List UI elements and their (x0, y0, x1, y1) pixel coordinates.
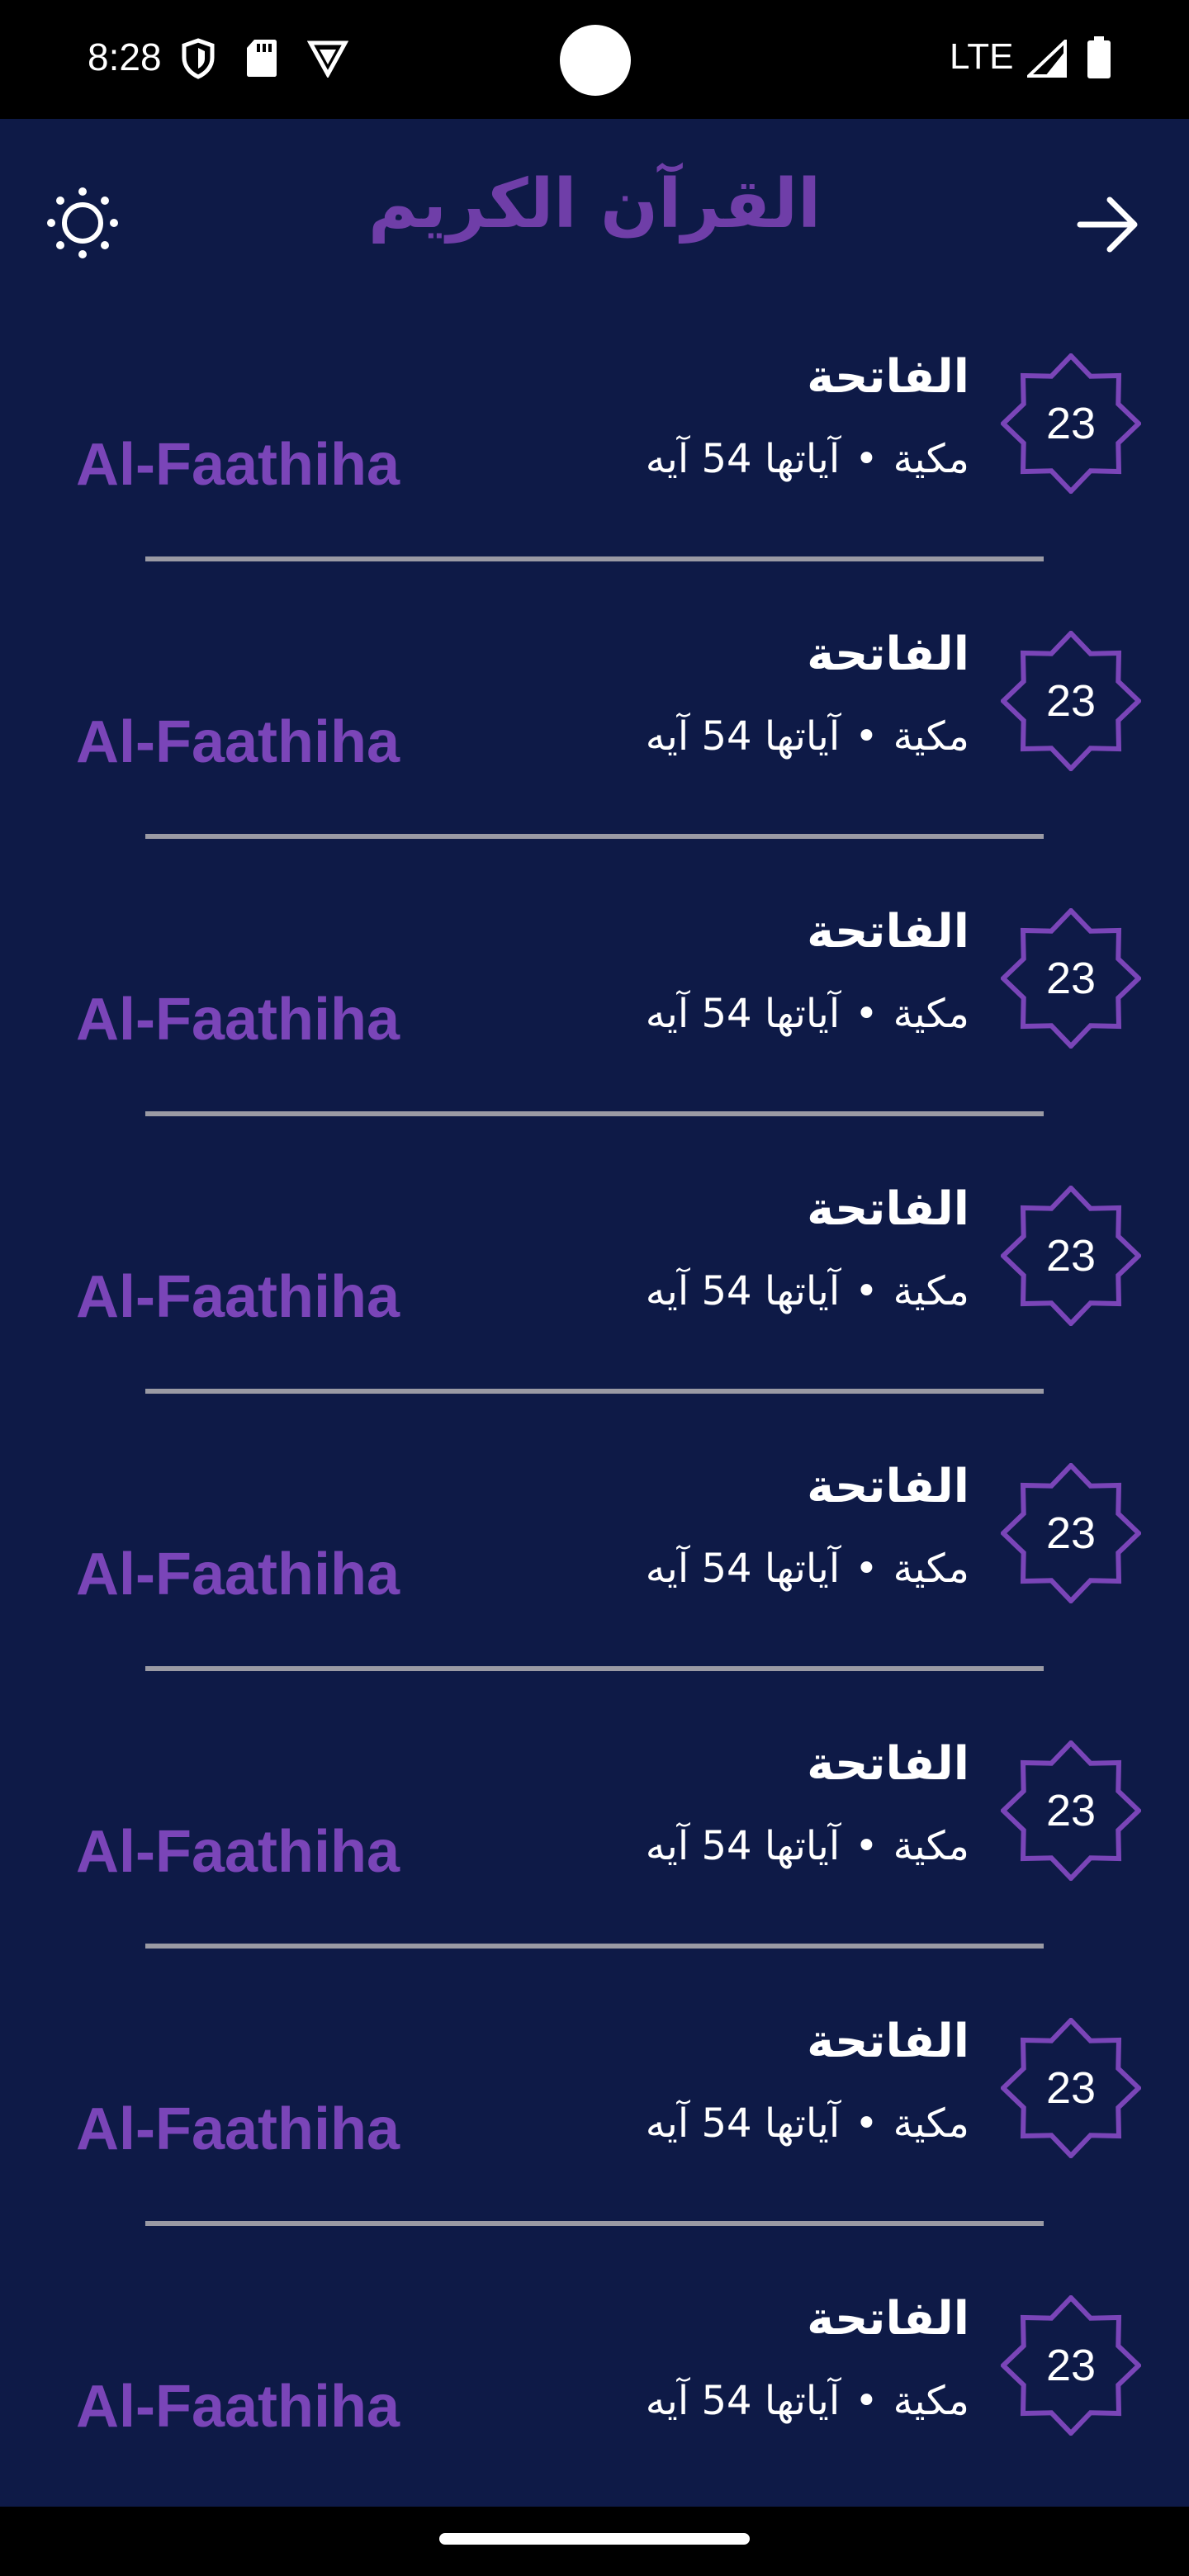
battery-icon (1087, 36, 1111, 83)
surah-name-arabic: الفاتحة (807, 2015, 969, 2068)
separator-dot: • (855, 991, 879, 1037)
surah-number-badge: 23 (1001, 1740, 1141, 1881)
surah-revelation-type: مكية (893, 1546, 969, 1592)
surah-name-english: Al-Faathiha (76, 2374, 400, 2440)
surah-number: 23 (1045, 2341, 1097, 2390)
separator-dot: • (855, 1546, 879, 1592)
surah-list-item[interactable]: Al-Faathiha الفاتحة مكية • آياتها 54 آيه 2… (0, 1182, 1189, 1460)
surah-name-english: Al-Faathiha (76, 432, 400, 498)
surah-name-english: Al-Faathiha (76, 987, 400, 1053)
surah-number-badge: 23 (1001, 1186, 1141, 1326)
separator-dot: • (855, 2378, 879, 2424)
surah-number: 23 (1045, 399, 1097, 448)
surah-name-arabic: الفاتحة (807, 350, 969, 404)
surah-number: 23 (1045, 1786, 1097, 1835)
surah-name-arabic: الفاتحة (807, 905, 969, 959)
status-bar: 8:28 LTE (0, 0, 1189, 119)
surah-number-badge: 23 (1001, 631, 1141, 771)
divider (145, 1666, 1044, 1671)
surah-number: 23 (1045, 1508, 1097, 1558)
surah-revelation-type: مكية (893, 991, 969, 1037)
divider (145, 1111, 1044, 1116)
surah-list-item[interactable]: Al-Faathiha الفاتحة مكية • آياتها 54 آيه 2… (0, 2015, 1189, 2292)
surah-list-item[interactable]: Al-Faathiha الفاتحة مكية • آياتها 54 آيه 2… (0, 1737, 1189, 2015)
surah-number: 23 (1045, 676, 1097, 726)
divider (145, 2221, 1044, 2226)
surah-revelation-type: مكية (893, 713, 969, 760)
surah-list-item[interactable]: Al-Faathiha الفاتحة مكية • آياتها 54 آيه 2… (0, 905, 1189, 1182)
surah-meta: مكية • آياتها 54 آيه (646, 2378, 969, 2424)
surah-number: 23 (1045, 1231, 1097, 1281)
network-type: LTE (950, 36, 1014, 77)
surah-ayah-count: آياتها 54 آيه (645, 713, 841, 760)
surah-list-item[interactable]: Al-Faathiha الفاتحة مكية • آياتها 54 آيه 2… (0, 2292, 1189, 2507)
surah-ayah-count: آياتها 54 آيه (645, 1268, 841, 1314)
surah-list-item[interactable]: Al-Faathiha الفاتحة مكية • آياتها 54 آيه 2… (0, 1460, 1189, 1737)
surah-name-arabic: الفاتحة (807, 1737, 969, 1791)
separator-dot: • (855, 713, 879, 760)
surah-list-item[interactable]: Al-Faathiha الفاتحة مكية • آياتها 54 آيه 2… (0, 627, 1189, 905)
surah-number: 23 (1045, 2063, 1097, 2113)
surah-meta: مكية • آياتها 54 آيه (646, 436, 969, 482)
divider (145, 834, 1044, 839)
surah-meta: مكية • آياتها 54 آيه (646, 1823, 969, 1869)
surah-ayah-count: آياتها 54 آيه (645, 436, 841, 482)
surah-name-english: Al-Faathiha (76, 1264, 400, 1330)
surah-ayah-count: آياتها 54 آيه (645, 991, 841, 1037)
surah-revelation-type: مكية (893, 1823, 969, 1869)
separator-dot: • (855, 1268, 879, 1314)
status-time: 8:28 (88, 36, 162, 78)
surah-number-badge: 23 (1001, 2018, 1141, 2158)
surah-revelation-type: مكية (893, 436, 969, 482)
surah-name-english: Al-Faathiha (76, 2096, 400, 2162)
navigation-bar (0, 2507, 1189, 2576)
surah-name-english: Al-Faathiha (76, 1541, 400, 1608)
surah-number-badge: 23 (1001, 353, 1141, 494)
separator-dot: • (855, 1823, 879, 1869)
surah-meta: مكية • آياتها 54 آيه (646, 991, 969, 1037)
surah-number-badge: 23 (1001, 908, 1141, 1049)
signal-icon (1025, 37, 1067, 81)
surah-meta: مكية • آياتها 54 آيه (646, 1268, 969, 1314)
surah-revelation-type: مكية (893, 2378, 969, 2424)
surah-meta: مكية • آياتها 54 آيه (646, 713, 969, 760)
surah-ayah-count: آياتها 54 آيه (645, 1546, 841, 1592)
surah-list-item[interactable]: Al-Faathiha الفاتحة مكية • آياتها 54 آيه 2… (0, 350, 1189, 627)
surah-name-english: Al-Faathiha (76, 709, 400, 775)
sd-card-icon (246, 38, 277, 81)
surah-name-arabic: الفاتحة (807, 627, 969, 681)
surah-revelation-type: مكية (893, 1268, 969, 1314)
separator-dot: • (855, 436, 879, 482)
app-screen: القرآن الكريم Al-Faathiha الفاتحة مكية • آ… (0, 119, 1189, 2507)
surah-name-english: Al-Faathiha (76, 1819, 400, 1885)
app-bar: القرآن الكريم (0, 119, 1189, 309)
surah-revelation-type: مكية (893, 2100, 969, 2147)
surah-name-arabic: الفاتحة (807, 1460, 969, 1513)
divider (145, 556, 1044, 561)
arrow-forward-icon[interactable] (1072, 188, 1144, 261)
surah-name-arabic: الفاتحة (807, 1182, 969, 1236)
surah-ayah-count: آياتها 54 آيه (645, 2100, 841, 2147)
surah-meta: مكية • آياتها 54 آيه (646, 1546, 969, 1592)
surah-name-arabic: الفاتحة (807, 2292, 969, 2346)
divider (145, 1944, 1044, 1949)
vpn-icon (306, 38, 349, 81)
surah-number-badge: 23 (1001, 2295, 1141, 2436)
separator-dot: • (855, 2100, 879, 2147)
surah-number-badge: 23 (1001, 1463, 1141, 1603)
page-title: القرآن الكريم (367, 165, 822, 244)
surah-number: 23 (1045, 954, 1097, 1003)
home-indicator[interactable] (439, 2533, 750, 2545)
camera-cutout (560, 25, 631, 96)
surah-ayah-count: آياتها 54 آيه (645, 1823, 841, 1869)
surah-ayah-count: آياتها 54 آيه (645, 2378, 841, 2424)
surah-meta: مكية • آياتها 54 آيه (646, 2100, 969, 2147)
divider (145, 1389, 1044, 1394)
shield-icon (180, 38, 216, 83)
